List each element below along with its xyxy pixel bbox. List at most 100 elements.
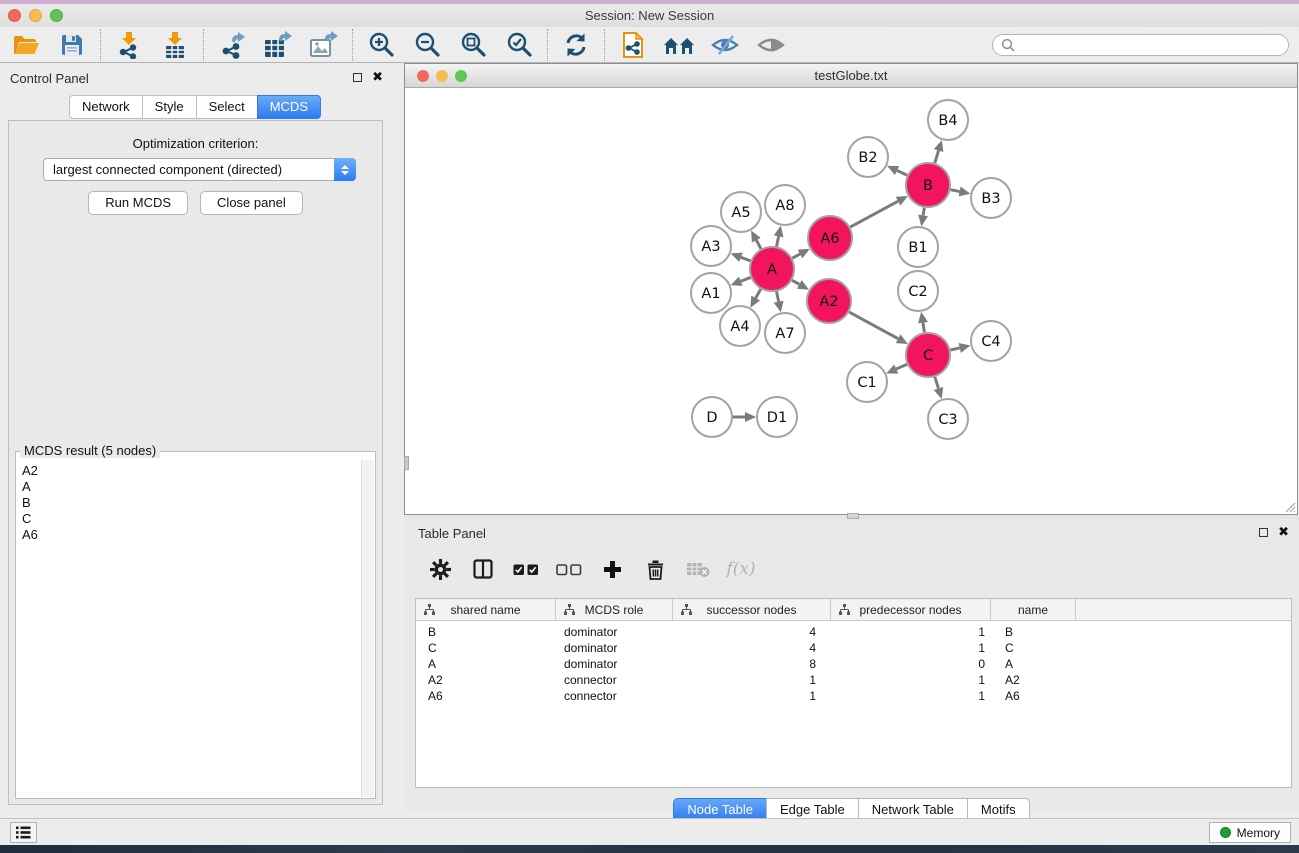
table-cell[interactable]: 1	[831, 641, 991, 655]
table-cell[interactable]: B	[991, 625, 1076, 639]
toolbar-search-field[interactable]	[992, 34, 1289, 56]
network-canvas[interactable]: B4B2BB3A8A5A6B1A3AC2A1A2A4A7C4CC1C3DD1	[405, 88, 1297, 514]
edge-A-A1[interactable]	[741, 277, 751, 281]
table-cell[interactable]: dominator	[556, 641, 673, 655]
duplicate-network-icon[interactable]	[617, 29, 649, 61]
table-cell[interactable]: dominator	[556, 625, 673, 639]
table-cell[interactable]: A	[991, 657, 1076, 671]
table-cell[interactable]: 1	[673, 689, 831, 703]
tab-mcds[interactable]: MCDS	[257, 95, 321, 119]
home-network-icon[interactable]	[663, 29, 695, 61]
close-panel-icon[interactable]: ✖	[1278, 527, 1289, 537]
edge-C-C1[interactable]	[896, 364, 907, 369]
float-panel-icon[interactable]	[353, 73, 362, 82]
result-item[interactable]: B	[17, 495, 361, 511]
select-all-icon[interactable]	[513, 556, 539, 582]
table-row[interactable]: Bdominator41B	[416, 624, 1291, 640]
table-cell[interactable]: A6	[991, 689, 1076, 703]
edge-B-B3[interactable]	[951, 190, 960, 192]
close-panel-icon[interactable]: ✖	[372, 72, 383, 82]
table-cell[interactable]: A2	[416, 673, 556, 687]
tab-network[interactable]: Network	[69, 95, 143, 119]
edge-C-C2[interactable]	[923, 323, 925, 333]
export-network-icon[interactable]	[216, 29, 248, 61]
table-cell[interactable]: C	[991, 641, 1076, 655]
column-header-MCDS-role[interactable]: MCDS role	[556, 599, 673, 620]
edge-A-A2[interactable]	[792, 280, 799, 284]
edge-A-A7[interactable]	[777, 292, 779, 302]
table-cell[interactable]: 1	[831, 673, 991, 687]
edge-B-B1[interactable]	[923, 208, 924, 216]
network-graph[interactable]: B4B2BB3A8A5A6B1A3AC2A1A2A4A7C4CC1C3DD1	[405, 88, 1297, 514]
result-item[interactable]: C	[17, 511, 361, 527]
table-cell[interactable]: 4	[673, 625, 831, 639]
result-item[interactable]: A	[17, 479, 361, 495]
float-panel-icon[interactable]	[1259, 528, 1268, 537]
function-builder-icon[interactable]: f(x)	[728, 556, 754, 582]
table-cell[interactable]: 8	[673, 657, 831, 671]
import-network-icon[interactable]	[113, 29, 145, 61]
column-header-shared-name[interactable]: shared name	[416, 599, 556, 620]
search-input[interactable]	[1020, 38, 1280, 52]
network-window-titlebar[interactable]: testGlobe.txt	[405, 64, 1297, 88]
run-mcds-button[interactable]: Run MCDS	[88, 191, 188, 215]
window-edge-grip[interactable]	[404, 456, 409, 470]
edge-C-C4[interactable]	[950, 348, 959, 350]
edge-C-C3[interactable]	[935, 377, 939, 389]
tab-select[interactable]: Select	[196, 95, 258, 119]
table-header-row[interactable]: shared nameMCDS rolesuccessor nodesprede…	[416, 599, 1291, 621]
tab-style[interactable]: Style	[142, 95, 197, 119]
column-header-predecessor-nodes[interactable]: predecessor nodes	[831, 599, 991, 620]
table-row[interactable]: Adominator80A	[416, 656, 1291, 672]
zoom-in-icon[interactable]	[365, 29, 397, 61]
table-cell[interactable]: A	[416, 657, 556, 671]
task-history-button[interactable]	[10, 822, 37, 843]
edge-B-B2[interactable]	[897, 171, 907, 176]
table-cell[interactable]: C	[416, 641, 556, 655]
column-header-name[interactable]: name	[991, 599, 1076, 620]
export-table-icon[interactable]	[262, 29, 294, 61]
edge-A-A3[interactable]	[741, 257, 751, 261]
table-row[interactable]: A6connector11A6	[416, 688, 1291, 704]
table-cell[interactable]: 1	[831, 625, 991, 639]
add-column-icon[interactable]	[599, 556, 625, 582]
column-header-successor-nodes[interactable]: successor nodes	[673, 599, 831, 620]
result-scrollbar[interactable]	[361, 460, 374, 797]
optimization-criterion-dropdown[interactable]: largest connected component (directed)	[43, 158, 356, 181]
result-item[interactable]: A2	[17, 463, 361, 479]
table-cell[interactable]: 1	[673, 673, 831, 687]
table-row[interactable]: A2connector11A2	[416, 672, 1291, 688]
resize-grip-icon[interactable]	[1283, 500, 1296, 513]
mcds-result-list[interactable]: A2ABCA6	[17, 460, 361, 797]
table-cell[interactable]: 4	[673, 641, 831, 655]
edge-A-A4[interactable]	[756, 289, 761, 298]
export-image-icon[interactable]	[308, 29, 340, 61]
zoom-fit-icon[interactable]	[457, 29, 489, 61]
edge-A2-C[interactable]	[849, 312, 898, 339]
edge-A6-B[interactable]	[850, 201, 898, 227]
close-panel-button[interactable]: Close panel	[200, 191, 303, 215]
gear-icon[interactable]	[427, 556, 453, 582]
hide-panels-eye-icon[interactable]	[709, 29, 741, 61]
table-cell[interactable]: A6	[416, 689, 556, 703]
edge-A-A8[interactable]	[777, 236, 779, 246]
edge-B-B4[interactable]	[935, 151, 939, 163]
table-cell[interactable]: connector	[556, 673, 673, 687]
memory-button[interactable]: Memory	[1209, 822, 1291, 843]
table-cell[interactable]: A2	[991, 673, 1076, 687]
table-cell[interactable]: 1	[831, 689, 991, 703]
deselect-all-icon[interactable]	[556, 556, 582, 582]
table-cell[interactable]: dominator	[556, 657, 673, 671]
edge-A-A6[interactable]	[792, 254, 800, 258]
table-cell[interactable]: B	[416, 625, 556, 639]
edge-A-A5[interactable]	[756, 240, 761, 249]
delete-column-icon[interactable]	[642, 556, 668, 582]
columns-icon[interactable]	[470, 556, 496, 582]
table-cell[interactable]: 0	[831, 657, 991, 671]
show-panels-eye-icon[interactable]	[755, 29, 787, 61]
delete-table-icon[interactable]	[685, 556, 711, 582]
save-session-icon[interactable]	[56, 29, 88, 61]
import-table-icon[interactable]	[159, 29, 191, 61]
zoom-selected-icon[interactable]	[503, 29, 535, 61]
open-session-icon[interactable]	[10, 29, 42, 61]
